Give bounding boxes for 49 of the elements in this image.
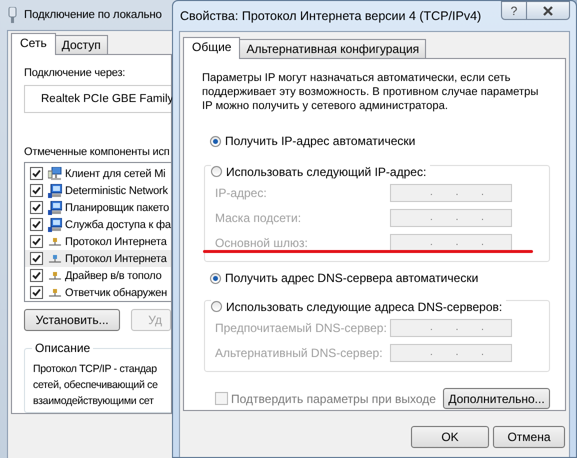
dialog-button[interactable]: OK — [411, 426, 489, 448]
tab[interactable]: Сеть — [11, 33, 56, 55]
tab[interactable]: Альтернативная конфигурация — [239, 39, 426, 58]
help-button[interactable]: ? — [501, 1, 527, 20]
component-item[interactable]: Протокол Интернета — [25, 250, 171, 268]
component-item[interactable]: Драйвер в/в тополо — [25, 267, 171, 284]
checkbox[interactable] — [30, 218, 43, 232]
close-icon — [542, 6, 554, 16]
push-button[interactable]: Установить... — [24, 309, 120, 332]
component-item[interactable]: Планировщик пакето — [25, 199, 171, 216]
field-label: Маска подсети: — [215, 210, 302, 224]
intro-text: Параметры IP могут назначаться автоматически, если сеть поддерживает эту возможность. В противном случае параметры IP можно получить у сетевого администратора. — [202, 71, 538, 113]
checkbox[interactable] — [30, 286, 43, 300]
computer-icon — [48, 184, 62, 198]
dialog-title: Свойства: Протокол Интернета версии 4 (TCP/IPv4) — [180, 9, 482, 23]
component-item[interactable]: Клиент для сетей Mi — [25, 165, 171, 182]
dialog-button[interactable]: Отмена — [493, 426, 565, 448]
description-text: Протокол TCP/IP - стандар сетей, обеспечивающий се взаимодействующими сет — [33, 362, 159, 410]
checkbox[interactable] — [30, 235, 43, 248]
tab[interactable]: Доступ — [54, 35, 108, 54]
checkbox[interactable] — [30, 269, 43, 282]
radio-option[interactable]: Использовать следующие адреса DNS-серверов: — [211, 298, 506, 314]
component-item[interactable]: Deterministic Network — [25, 182, 171, 200]
radio-option[interactable]: Получить адрес DNS-сервера автоматически — [210, 270, 550, 286]
field-label: Предпочитаемый DNS-сервер: — [215, 320, 385, 334]
window-title: Подключение по локально — [24, 9, 162, 21]
checkbox[interactable] — [30, 201, 43, 214]
computer-icon — [48, 218, 62, 232]
close-button[interactable] — [527, 1, 570, 20]
field-label: IP-адрес: — [215, 186, 268, 200]
checkbox[interactable] — [30, 167, 43, 180]
radio-option[interactable]: Использовать следующий IP-адрес: — [211, 164, 430, 180]
radio-option[interactable]: Получить IP-адрес автоматически — [210, 133, 550, 149]
checkbox[interactable] — [30, 252, 43, 266]
components-label: Отмеченные компоненты исп — [24, 146, 171, 158]
network-plug-icon — [8, 7, 17, 23]
group-title: Описание — [32, 341, 94, 356]
computer-icon — [48, 200, 62, 215]
network-computers-icon — [48, 166, 62, 181]
component-item[interactable]: Ответчик обнаружен — [25, 284, 171, 302]
component-item[interactable]: Протокол Интернета — [25, 233, 171, 250]
field-label: Основной шлюз: — [215, 236, 309, 250]
advanced-button[interactable]: Дополнительно... — [443, 388, 550, 409]
component-item[interactable]: Служба доступа к фа — [25, 216, 171, 234]
connect-via-label: Подключение через: — [24, 67, 126, 79]
checkbox[interactable] — [30, 184, 43, 198]
field-label: Альтернативный DNS-сервер: — [215, 346, 384, 360]
tab[interactable]: Общие — [183, 37, 240, 59]
adapter-name: Realtek PCIe GBE Family — [41, 93, 174, 106]
